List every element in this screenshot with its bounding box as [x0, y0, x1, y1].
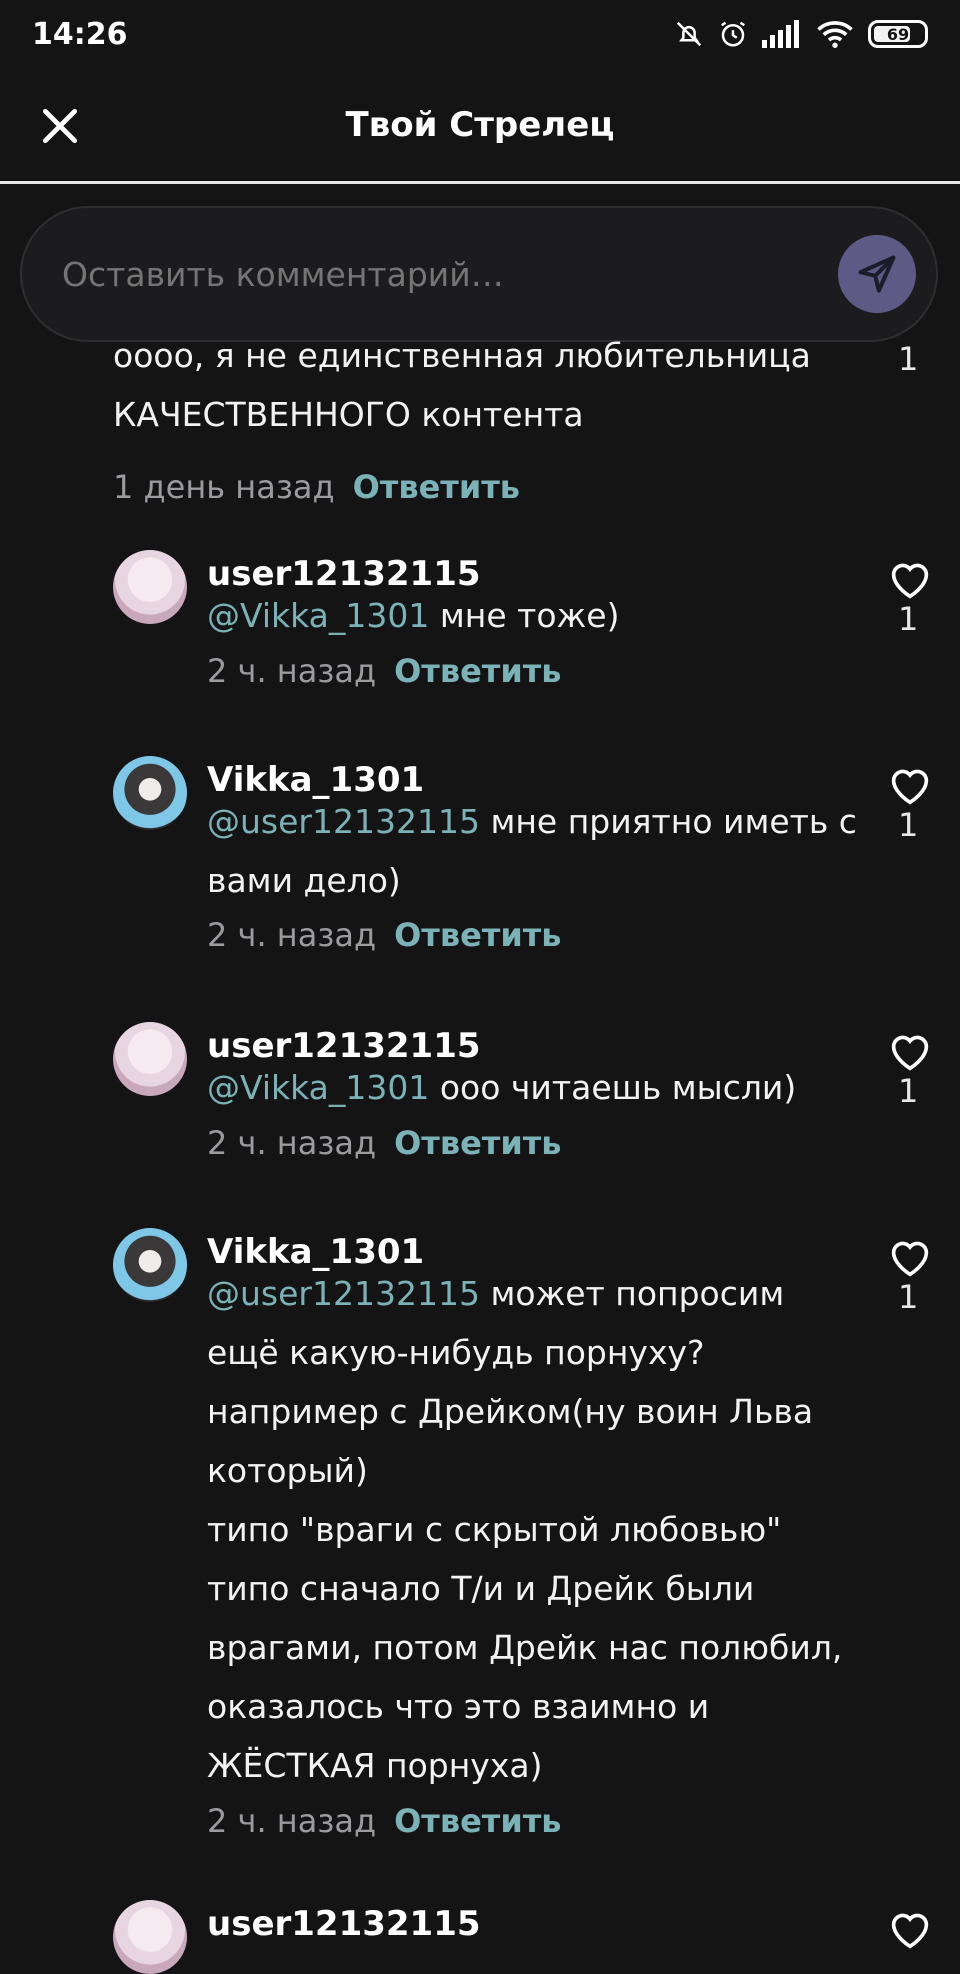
reply-button[interactable]: Ответить [353, 468, 520, 506]
alarm-icon [721, 21, 745, 47]
comment-text: @Vikka_1301 ооо читаешь мысли) [207, 1068, 797, 1107]
close-icon[interactable] [38, 104, 82, 148]
like-count: 1 [898, 1072, 919, 1110]
reply-button[interactable]: Ответить [394, 916, 561, 954]
comment-time: 2 ч. назад [207, 916, 377, 954]
mention-link[interactable]: @user12132115 [207, 1274, 480, 1313]
mute-bell-icon [676, 21, 702, 47]
reply-button[interactable]: Ответить [394, 1802, 561, 1840]
top-bar: Твой Стрелец [0, 68, 960, 184]
send-icon [858, 255, 896, 293]
comment-composer [20, 206, 938, 342]
avatar[interactable] [113, 756, 187, 830]
comment-meta: 2 ч. назад Ответить [207, 652, 562, 690]
comment-text: @user12132115 мне приятно иметь с вами д… [207, 802, 857, 900]
like-count: 1 [898, 1278, 919, 1316]
avatar[interactable] [113, 550, 187, 624]
comment-time: 1 день назад [113, 468, 335, 506]
battery-level: 69 [886, 24, 910, 44]
comment-text: @user12132115 может попросим ещё какую-н… [207, 1274, 843, 1785]
heart-icon[interactable] [888, 1238, 932, 1278]
avatar[interactable] [113, 1900, 187, 1974]
comment-username[interactable]: user12132115 [207, 1904, 481, 1944]
avatar[interactable] [113, 1022, 187, 1096]
comment-meta: 2 ч. назад Ответить [207, 1802, 562, 1840]
mention-link[interactable]: @Vikka_1301 [207, 1068, 429, 1107]
heart-icon[interactable] [888, 766, 932, 806]
send-button[interactable] [838, 235, 916, 313]
mention-link[interactable]: @user12132115 [207, 802, 480, 841]
status-icons: 69 [674, 19, 928, 49]
mention-link[interactable]: @Vikka_1301 [207, 596, 429, 635]
comment-meta: 2 ч. назад Ответить [207, 916, 562, 954]
comment-meta: 1 день назад Ответить [113, 468, 520, 506]
avatar[interactable] [113, 1228, 187, 1302]
status-time: 14:26 [32, 16, 128, 52]
comment-time: 2 ч. назад [207, 652, 377, 690]
like-count: 1 [898, 340, 919, 378]
comment-time: 2 ч. назад [207, 1802, 377, 1840]
battery-icon: 69 [868, 20, 928, 48]
page-title: Твой Стрелец [345, 104, 615, 145]
comment-text: оооо, я не единственная любительница КАЧ… [113, 336, 811, 434]
wifi-icon [817, 21, 853, 48]
comment-text: @Vikka_1301 мне тоже) [207, 596, 620, 635]
status-bar: 14:26 69 [0, 0, 960, 68]
comment-meta: 2 ч. назад Ответить [207, 1124, 562, 1162]
reply-button[interactable]: Ответить [394, 652, 561, 690]
signal-icon [762, 20, 799, 48]
reply-button[interactable]: Ответить [394, 1124, 561, 1162]
like-count: 1 [898, 806, 919, 844]
comment-time: 2 ч. назад [207, 1124, 377, 1162]
comment-input[interactable] [60, 253, 838, 295]
heart-icon[interactable] [888, 1910, 932, 1950]
heart-icon[interactable] [888, 1032, 932, 1072]
like-count: 1 [898, 600, 919, 638]
heart-icon[interactable] [888, 560, 932, 600]
